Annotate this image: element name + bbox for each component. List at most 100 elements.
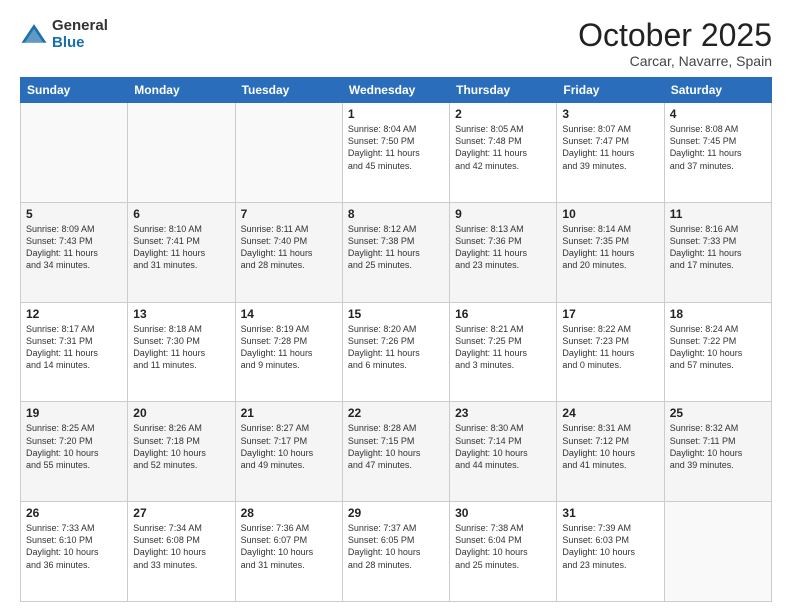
day-number: 28 bbox=[241, 506, 337, 520]
calendar-cell: 26 Sunrise: 7:33 AM Sunset: 6:10 PM Dayli… bbox=[21, 502, 128, 602]
weekday-header: Monday bbox=[128, 78, 235, 103]
day-info: Sunrise: 8:10 AM Sunset: 7:41 PM Dayligh… bbox=[133, 223, 229, 272]
day-info: Sunrise: 8:22 AM Sunset: 7:23 PM Dayligh… bbox=[562, 323, 658, 372]
day-number: 27 bbox=[133, 506, 229, 520]
month-title: October 2025 bbox=[578, 18, 772, 53]
calendar-cell: 24 Sunrise: 8:31 AM Sunset: 7:12 PM Dayli… bbox=[557, 402, 664, 502]
day-number: 4 bbox=[670, 107, 766, 121]
location: Carcar, Navarre, Spain bbox=[578, 53, 772, 69]
calendar-header-row: SundayMondayTuesdayWednesdayThursdayFrid… bbox=[21, 78, 772, 103]
day-info: Sunrise: 8:24 AM Sunset: 7:22 PM Dayligh… bbox=[670, 323, 766, 372]
day-info: Sunrise: 7:33 AM Sunset: 6:10 PM Dayligh… bbox=[26, 522, 122, 571]
calendar-cell: 19 Sunrise: 8:25 AM Sunset: 7:20 PM Dayli… bbox=[21, 402, 128, 502]
page: General Blue October 2025 Carcar, Navarr… bbox=[0, 0, 792, 612]
day-info: Sunrise: 8:13 AM Sunset: 7:36 PM Dayligh… bbox=[455, 223, 551, 272]
day-number: 13 bbox=[133, 307, 229, 321]
day-number: 26 bbox=[26, 506, 122, 520]
calendar-cell: 16Sunrise: 8:21 AM Sunset: 7:25 PM Dayli… bbox=[450, 302, 557, 402]
day-number: 15 bbox=[348, 307, 444, 321]
day-info: Sunrise: 7:39 AM Sunset: 6:03 PM Dayligh… bbox=[562, 522, 658, 571]
calendar-cell: 5 Sunrise: 8:09 AM Sunset: 7:43 PM Daylig… bbox=[21, 202, 128, 302]
calendar-cell: 20 Sunrise: 8:26 AM Sunset: 7:18 PM Dayli… bbox=[128, 402, 235, 502]
day-info: Sunrise: 8:09 AM Sunset: 7:43 PM Dayligh… bbox=[26, 223, 122, 272]
day-number: 21 bbox=[241, 406, 337, 420]
calendar-cell: 9 Sunrise: 8:13 AM Sunset: 7:36 PM Daylig… bbox=[450, 202, 557, 302]
day-number: 29 bbox=[348, 506, 444, 520]
calendar-cell: 28 Sunrise: 7:36 AM Sunset: 6:07 PM Dayli… bbox=[235, 502, 342, 602]
day-info: Sunrise: 8:04 AM Sunset: 7:50 PM Dayligh… bbox=[348, 123, 444, 172]
day-number: 30 bbox=[455, 506, 551, 520]
calendar-week-row: 26 Sunrise: 7:33 AM Sunset: 6:10 PM Dayli… bbox=[21, 502, 772, 602]
day-number: 31 bbox=[562, 506, 658, 520]
day-info: Sunrise: 8:25 AM Sunset: 7:20 PM Dayligh… bbox=[26, 422, 122, 471]
day-number: 25 bbox=[670, 406, 766, 420]
day-info: Sunrise: 8:16 AM Sunset: 7:33 PM Dayligh… bbox=[670, 223, 766, 272]
calendar-cell: 23 Sunrise: 8:30 AM Sunset: 7:14 PM Dayli… bbox=[450, 402, 557, 502]
calendar-week-row: 19 Sunrise: 8:25 AM Sunset: 7:20 PM Dayli… bbox=[21, 402, 772, 502]
calendar-cell: 11 Sunrise: 8:16 AM Sunset: 7:33 PM Dayli… bbox=[664, 202, 771, 302]
day-number: 12 bbox=[26, 307, 122, 321]
calendar-cell: 21Sunrise: 8:27 AM Sunset: 7:17 PM Dayli… bbox=[235, 402, 342, 502]
day-info: Sunrise: 8:05 AM Sunset: 7:48 PM Dayligh… bbox=[455, 123, 551, 172]
day-number: 19 bbox=[26, 406, 122, 420]
calendar-cell: 29 Sunrise: 7:37 AM Sunset: 6:05 PM Dayli… bbox=[342, 502, 449, 602]
day-info: Sunrise: 8:28 AM Sunset: 7:15 PM Dayligh… bbox=[348, 422, 444, 471]
logo-blue: Blue bbox=[52, 34, 85, 51]
day-number: 3 bbox=[562, 107, 658, 121]
day-info: Sunrise: 8:26 AM Sunset: 7:18 PM Dayligh… bbox=[133, 422, 229, 471]
calendar-cell: 31 Sunrise: 7:39 AM Sunset: 6:03 PM Dayli… bbox=[557, 502, 664, 602]
calendar-cell: 12 Sunrise: 8:17 AM Sunset: 7:31 PM Dayli… bbox=[21, 302, 128, 402]
calendar-cell: 15Sunrise: 8:20 AM Sunset: 7:26 PM Dayli… bbox=[342, 302, 449, 402]
day-info: Sunrise: 7:37 AM Sunset: 6:05 PM Dayligh… bbox=[348, 522, 444, 571]
header: General Blue October 2025 Carcar, Navarr… bbox=[20, 18, 772, 69]
day-info: Sunrise: 8:12 AM Sunset: 7:38 PM Dayligh… bbox=[348, 223, 444, 272]
day-number: 9 bbox=[455, 207, 551, 221]
calendar-cell: 6 Sunrise: 8:10 AM Sunset: 7:41 PM Daylig… bbox=[128, 202, 235, 302]
day-number: 6 bbox=[133, 207, 229, 221]
day-number: 2 bbox=[455, 107, 551, 121]
calendar-cell: 17 Sunrise: 8:22 AM Sunset: 7:23 PM Dayli… bbox=[557, 302, 664, 402]
calendar-cell: 4 Sunrise: 8:08 AM Sunset: 7:45 PM Daylig… bbox=[664, 103, 771, 203]
day-info: Sunrise: 8:30 AM Sunset: 7:14 PM Dayligh… bbox=[455, 422, 551, 471]
logo-text: General Blue bbox=[52, 18, 108, 51]
day-info: Sunrise: 7:36 AM Sunset: 6:07 PM Dayligh… bbox=[241, 522, 337, 571]
day-info: Sunrise: 8:17 AM Sunset: 7:31 PM Dayligh… bbox=[26, 323, 122, 372]
calendar-cell: 7Sunrise: 8:11 AM Sunset: 7:40 PM Daylig… bbox=[235, 202, 342, 302]
day-number: 20 bbox=[133, 406, 229, 420]
day-number: 24 bbox=[562, 406, 658, 420]
calendar-week-row: 5 Sunrise: 8:09 AM Sunset: 7:43 PM Daylig… bbox=[21, 202, 772, 302]
day-info: Sunrise: 8:14 AM Sunset: 7:35 PM Dayligh… bbox=[562, 223, 658, 272]
day-info: Sunrise: 8:08 AM Sunset: 7:45 PM Dayligh… bbox=[670, 123, 766, 172]
calendar-cell: 3Sunrise: 8:07 AM Sunset: 7:47 PM Daylig… bbox=[557, 103, 664, 203]
day-number: 17 bbox=[562, 307, 658, 321]
day-info: Sunrise: 7:34 AM Sunset: 6:08 PM Dayligh… bbox=[133, 522, 229, 571]
calendar-cell: 27 Sunrise: 7:34 AM Sunset: 6:08 PM Dayli… bbox=[128, 502, 235, 602]
calendar-cell: 1 Sunrise: 8:04 AM Sunset: 7:50 PM Daylig… bbox=[342, 103, 449, 203]
day-number: 11 bbox=[670, 207, 766, 221]
day-number: 18 bbox=[670, 307, 766, 321]
day-number: 1 bbox=[348, 107, 444, 121]
title-block: October 2025 Carcar, Navarre, Spain bbox=[578, 18, 772, 69]
calendar-cell: 10 Sunrise: 8:14 AM Sunset: 7:35 PM Dayli… bbox=[557, 202, 664, 302]
day-number: 5 bbox=[26, 207, 122, 221]
calendar-table: SundayMondayTuesdayWednesdayThursdayFrid… bbox=[20, 77, 772, 602]
logo-icon bbox=[20, 21, 48, 49]
day-number: 14 bbox=[241, 307, 337, 321]
day-number: 22 bbox=[348, 406, 444, 420]
day-number: 23 bbox=[455, 406, 551, 420]
weekday-header: Sunday bbox=[21, 78, 128, 103]
calendar-cell: 13Sunrise: 8:18 AM Sunset: 7:30 PM Dayli… bbox=[128, 302, 235, 402]
calendar-cell bbox=[128, 103, 235, 203]
day-info: Sunrise: 7:38 AM Sunset: 6:04 PM Dayligh… bbox=[455, 522, 551, 571]
calendar-cell: 14Sunrise: 8:19 AM Sunset: 7:28 PM Dayli… bbox=[235, 302, 342, 402]
day-number: 10 bbox=[562, 207, 658, 221]
calendar-cell: 30 Sunrise: 7:38 AM Sunset: 6:04 PM Dayli… bbox=[450, 502, 557, 602]
day-number: 16 bbox=[455, 307, 551, 321]
day-info: Sunrise: 8:31 AM Sunset: 7:12 PM Dayligh… bbox=[562, 422, 658, 471]
calendar-week-row: 1 Sunrise: 8:04 AM Sunset: 7:50 PM Daylig… bbox=[21, 103, 772, 203]
day-info: Sunrise: 8:11 AM Sunset: 7:40 PM Dayligh… bbox=[241, 223, 337, 272]
day-number: 8 bbox=[348, 207, 444, 221]
calendar-week-row: 12 Sunrise: 8:17 AM Sunset: 7:31 PM Dayli… bbox=[21, 302, 772, 402]
day-info: Sunrise: 8:32 AM Sunset: 7:11 PM Dayligh… bbox=[670, 422, 766, 471]
weekday-header: Saturday bbox=[664, 78, 771, 103]
